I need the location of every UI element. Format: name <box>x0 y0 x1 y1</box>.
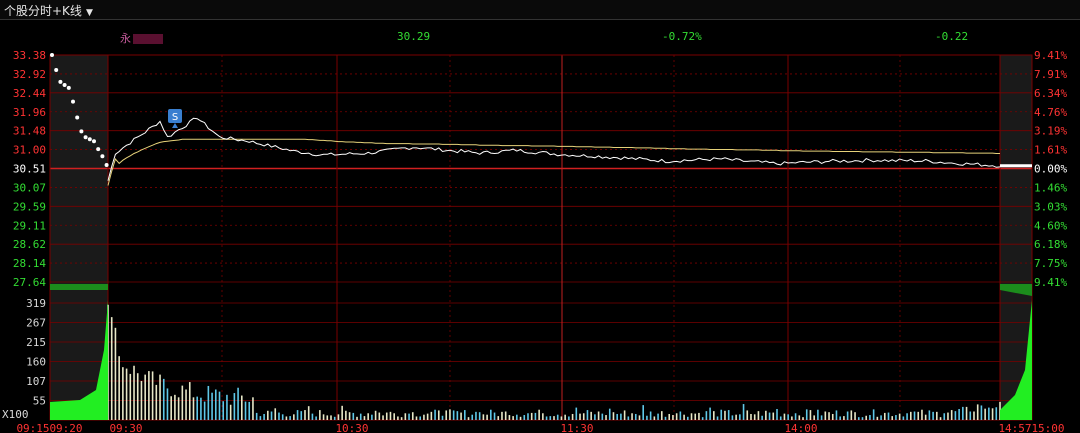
x-tick: 09:15 <box>16 422 49 433</box>
y-tick-right: 6.18% <box>1034 238 1067 251</box>
signal-badge-label: S <box>172 112 178 123</box>
y-tick-left: 33.38 <box>13 49 46 62</box>
y-tick-right: 7.75% <box>1034 257 1067 270</box>
auction-price-dot <box>96 147 101 152</box>
y-tick-left: 31.00 <box>13 144 46 157</box>
signal-badge-pointer <box>172 123 178 128</box>
y-tick-left: 27.64 <box>13 276 46 289</box>
y-tick-right: 9.41% <box>1034 49 1067 62</box>
x-tick: 15:00 <box>1031 422 1064 433</box>
y-tick-right: 3.19% <box>1034 125 1067 138</box>
volume-tick: 215 <box>26 336 46 349</box>
volume-tick: 267 <box>26 317 46 330</box>
x-tick: 09:20 <box>49 422 82 433</box>
y-tick-left: 32.44 <box>13 87 46 100</box>
auction-price-dot <box>87 137 92 142</box>
y-tick-left: 31.48 <box>13 125 46 138</box>
auction-price-dot <box>50 53 54 57</box>
y-tick-left: 28.14 <box>13 257 46 270</box>
y-tick-right: 3.03% <box>1034 200 1067 213</box>
y-tick-left: 29.11 <box>13 219 46 232</box>
y-tick-right: 9.41% <box>1034 276 1067 289</box>
y-tick-right: 7.91% <box>1034 68 1067 81</box>
average-price-line <box>107 138 1000 186</box>
x-tick: 11:30 <box>560 422 593 433</box>
y-tick-right: 6.34% <box>1034 87 1067 100</box>
auction-price-dot <box>104 162 109 167</box>
x-tick: 14:57 <box>998 422 1031 433</box>
intraday-chart[interactable]: 33.38 9.41% 32.92 7.91% 32.44 6.34% 31.96 4.76%… <box>0 0 1080 433</box>
y-tick-left: 30.51 <box>13 163 46 176</box>
auction-price-dot <box>75 115 80 120</box>
volume-tick: 160 <box>26 356 46 369</box>
y-tick-left: 28.62 <box>13 238 46 251</box>
auction-price-dot <box>71 99 75 104</box>
x-tick: 14:00 <box>784 422 817 433</box>
y-tick-right: 1.46% <box>1034 181 1067 194</box>
y-tick-left: 30.07 <box>13 181 46 194</box>
auction-price-dot <box>92 139 96 144</box>
y-tick-left: 32.92 <box>13 68 46 81</box>
auction-price-dot <box>100 154 105 159</box>
chart-frame <box>49 54 1033 421</box>
volume-tick: 55 <box>33 395 46 408</box>
volume-tick: 319 <box>26 297 46 310</box>
y-tick-right: 1.61% <box>1034 144 1067 157</box>
x-tick: 09:30 <box>109 422 142 433</box>
volume-unit-label: X100 <box>2 408 29 421</box>
volume-tick: 107 <box>26 375 46 388</box>
auction-fill-pre <box>50 284 108 290</box>
auction-area-pre <box>50 55 108 420</box>
y-tick-right: 0.00% <box>1034 163 1067 176</box>
auction-price-dot <box>79 129 84 134</box>
y-tick-right: 4.60% <box>1034 219 1067 232</box>
y-tick-right: 4.76% <box>1034 106 1067 119</box>
x-tick: 10:30 <box>335 422 368 433</box>
y-tick-left: 29.59 <box>13 200 46 213</box>
auction-price-dot <box>62 83 67 88</box>
y-tick-left: 31.96 <box>13 106 46 119</box>
auction-price-dot <box>54 68 59 73</box>
auction-price-dot <box>66 85 71 90</box>
auction-price-dot <box>83 135 88 140</box>
auction-price-dot <box>58 79 63 84</box>
